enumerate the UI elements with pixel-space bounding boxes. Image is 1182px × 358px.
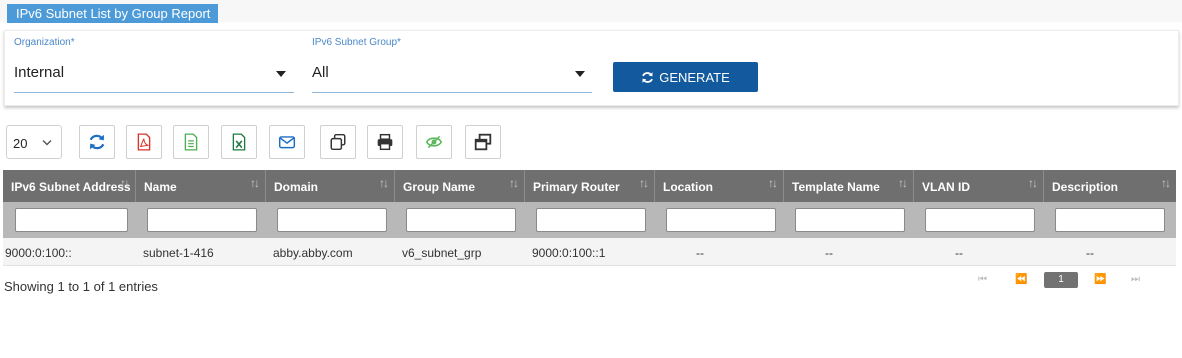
previous-page-icon[interactable]: ⏪ <box>1015 272 1027 288</box>
current-page-button[interactable]: 1 <box>1044 272 1078 288</box>
filter-input-vlan-id[interactable] <box>925 208 1035 232</box>
sort-icon: ↑↓ <box>379 176 389 190</box>
print-icon <box>377 133 393 151</box>
cell-template-name: -- <box>825 246 833 260</box>
eye-slash-icon <box>425 135 443 149</box>
generate-button[interactable]: GENERATE <box>613 62 758 92</box>
organization-dropdown-icon <box>276 71 286 77</box>
sort-icon: ↑↓ <box>120 176 130 190</box>
cell-description: -- <box>1086 246 1094 260</box>
sort-icon: ↑↓ <box>509 176 519 190</box>
filter-input-ipv6-subnet-address[interactable] <box>15 208 128 232</box>
email-button[interactable] <box>269 125 305 159</box>
filter-input-location[interactable] <box>666 208 776 232</box>
subnet-group-underline <box>312 92 592 93</box>
first-page-icon[interactable]: ⏮ <box>978 272 987 288</box>
cell-primary-router: 9000:0:100::1 <box>532 246 606 260</box>
col-header-label: Name <box>144 180 177 194</box>
organization-value: Internal <box>14 64 65 81</box>
restore-layout-button[interactable] <box>465 125 501 159</box>
col-header-label: VLAN ID <box>922 180 970 194</box>
sort-icon: ↑↓ <box>1028 176 1038 190</box>
refresh-icon <box>642 71 654 83</box>
col-header-label: IPv6 Subnet Address <box>11 180 131 194</box>
csv-icon <box>184 133 198 151</box>
column-filter-row <box>3 202 1176 238</box>
col-header-label: Domain <box>274 180 319 194</box>
cell-domain: abby.abby.com <box>273 246 353 260</box>
col-header-label: Primary Router <box>533 180 620 194</box>
sort-icon: ↑↓ <box>250 176 260 190</box>
refresh-icon <box>89 134 105 150</box>
page-size-select[interactable]: 20 <box>6 125 62 159</box>
col-header-ipv6-subnet-address[interactable]: IPv6 Subnet Address ↑↓ <box>3 170 136 202</box>
column-visibility-button[interactable] <box>416 125 452 159</box>
generate-label: GENERATE <box>659 69 730 85</box>
table-row[interactable]: 9000:0:100:: subnet-1-416 abby.abby.com … <box>3 238 1176 266</box>
filter-input-description[interactable] <box>1055 208 1165 232</box>
filter-input-domain[interactable] <box>277 208 387 232</box>
col-header-vlan-id[interactable]: VLAN ID ↑↓ <box>914 170 1044 202</box>
filter-input-primary-router[interactable] <box>536 208 646 232</box>
copy-button[interactable] <box>320 125 356 159</box>
col-header-label: Description <box>1052 180 1119 194</box>
subnet-group-dropdown-icon <box>575 71 585 77</box>
sort-icon: ↑↓ <box>768 176 778 190</box>
cell-ipv6-subnet-address: 9000:0:100:: <box>5 246 72 260</box>
chevron-down-icon <box>42 140 52 146</box>
col-header-description[interactable]: Description ↑↓ <box>1044 170 1176 202</box>
filter-input-name[interactable] <box>147 208 257 232</box>
organization-label: Organization* <box>14 37 75 48</box>
col-header-name[interactable]: Name ↑↓ <box>136 170 266 202</box>
col-header-domain[interactable]: Domain ↑↓ <box>266 170 395 202</box>
subnet-group-label: IPv6 Subnet Group* <box>312 37 401 48</box>
pdf-icon <box>137 133 151 151</box>
next-page-icon[interactable]: ⏩ <box>1094 272 1106 288</box>
window-restore-icon <box>474 133 492 151</box>
col-header-primary-router[interactable]: Primary Router ↑↓ <box>525 170 655 202</box>
print-button[interactable] <box>367 125 403 159</box>
filter-input-group-name[interactable] <box>406 208 516 232</box>
page-size-value: 20 <box>13 136 28 151</box>
export-pdf-button[interactable] <box>126 125 162 159</box>
sort-icon: ↑↓ <box>639 176 649 190</box>
cell-name: subnet-1-416 <box>143 246 214 260</box>
filter-card: Organization* Internal IPv6 Subnet Group… <box>4 30 1179 106</box>
col-header-template-name[interactable]: Template Name ↑↓ <box>784 170 914 202</box>
col-header-location[interactable]: Location ↑↓ <box>655 170 784 202</box>
col-header-label: Group Name <box>403 180 476 194</box>
email-icon <box>278 136 296 149</box>
cell-location: -- <box>696 246 704 260</box>
export-excel-button[interactable] <box>221 125 257 159</box>
refresh-button[interactable] <box>79 125 115 159</box>
col-header-group-name[interactable]: Group Name ↑↓ <box>395 170 525 202</box>
cell-vlan-id: -- <box>955 246 963 260</box>
last-page-icon[interactable]: ⏭ <box>1131 272 1140 288</box>
col-header-label: Location <box>663 180 713 194</box>
table-header-row: IPv6 Subnet Address ↑↓ Name ↑↓ Domain ↑↓ Gr… <box>3 170 1176 202</box>
sort-icon: ↑↓ <box>1161 176 1171 190</box>
filter-input-template-name[interactable] <box>795 208 905 232</box>
entries-summary: Showing 1 to 1 of 1 entries <box>4 279 158 294</box>
export-csv-button[interactable] <box>173 125 209 159</box>
report-title-tab: IPv6 Subnet List by Group Report <box>7 4 219 23</box>
copy-icon <box>330 133 346 151</box>
subnet-group-value: All <box>312 64 329 81</box>
organization-underline <box>14 92 294 93</box>
excel-icon <box>232 133 246 151</box>
col-header-label: Template Name <box>792 180 880 194</box>
sort-icon: ↑↓ <box>898 176 908 190</box>
cell-group-name: v6_subnet_grp <box>402 246 482 260</box>
